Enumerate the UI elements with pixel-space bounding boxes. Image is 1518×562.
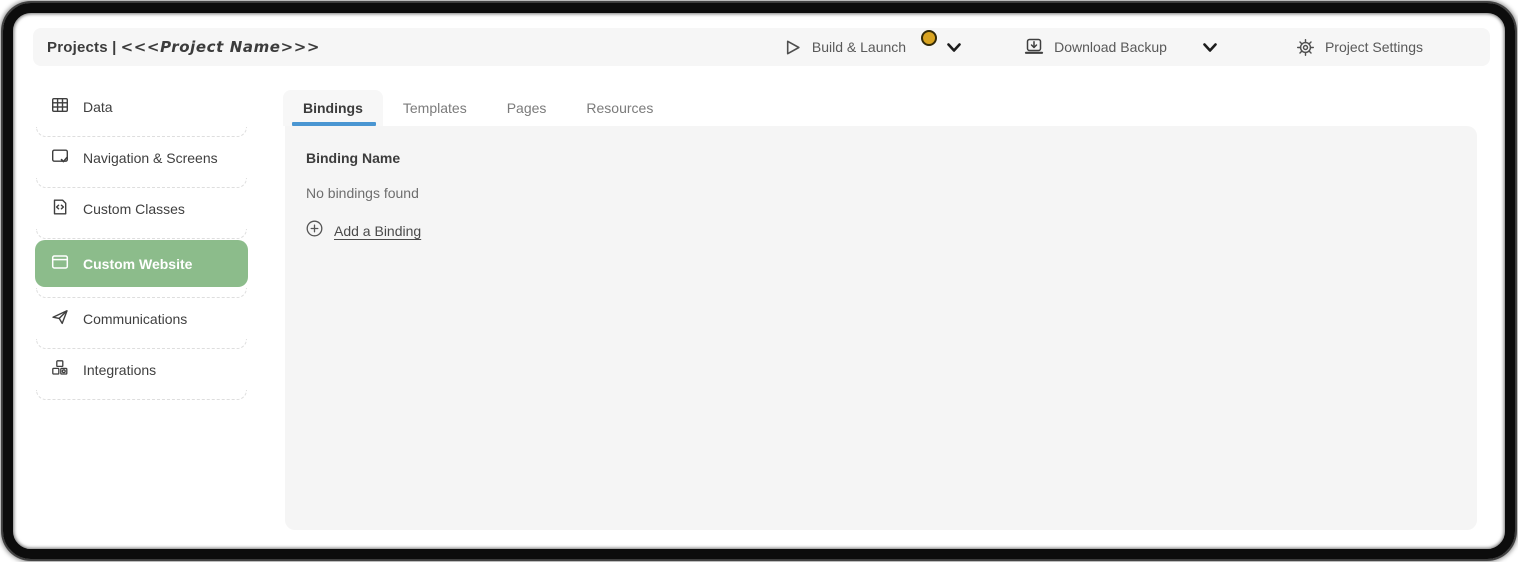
bindings-panel: Binding Name No bindings found Add a Bin…	[285, 126, 1477, 530]
sidebar-item-custom-classes[interactable]: Custom Classes	[35, 188, 248, 229]
sidebar-item-label: Custom Website	[83, 255, 193, 272]
tab-bar: Bindings Templates Pages Resources	[283, 90, 673, 126]
sidebar-item-data[interactable]: Data	[35, 86, 248, 127]
sidebar-item-label: Data	[83, 98, 113, 115]
sidebar-divider	[36, 229, 247, 239]
download-backup-chevron-down-icon[interactable]	[1202, 41, 1218, 54]
build-launch-group: Build & Launch	[784, 30, 962, 56]
table-icon	[51, 96, 69, 117]
tab-resources[interactable]: Resources	[566, 90, 673, 126]
status-badge	[921, 30, 938, 46]
tab-bindings[interactable]: Bindings	[283, 90, 383, 126]
send-icon	[51, 308, 69, 329]
page-title: Projects | <<<Project Name>>>	[47, 38, 320, 56]
project-settings-button[interactable]: Project Settings	[1325, 39, 1423, 55]
blocks-icon	[51, 359, 69, 380]
add-binding-label: Add a Binding	[334, 223, 422, 239]
column-header-binding-name: Binding Name	[306, 150, 401, 166]
sidebar-item-label: Custom Classes	[83, 200, 185, 217]
gear-icon[interactable]	[1296, 38, 1315, 57]
code-file-icon	[51, 198, 69, 219]
sidebar-item-label: Integrations	[83, 361, 157, 378]
plus-circle-icon	[306, 220, 323, 242]
download-backup-group: Download Backup	[1024, 38, 1167, 56]
sidebar-divider	[36, 127, 247, 137]
empty-state-message: No bindings found	[306, 185, 419, 201]
sidebar-divider	[36, 178, 247, 188]
download-icon[interactable]	[1024, 38, 1044, 56]
add-binding-button[interactable]: Add a Binding	[306, 220, 1457, 242]
sidebar-item-communications[interactable]: Communications	[35, 298, 248, 339]
sidebar-item-custom-website[interactable]: Custom Website	[35, 240, 248, 287]
app-window: Projects | <<<Project Name>>> Build & Lau…	[0, 0, 1518, 562]
page-title-prefix: Projects |	[47, 39, 117, 56]
sidebar-item-label: Communications	[83, 310, 188, 327]
sidebar-item-navigation-screens[interactable]: Navigation & Screens	[35, 137, 248, 178]
sidebar-divider	[36, 339, 247, 349]
play-icon[interactable]	[784, 39, 802, 56]
build-launch-chevron-down-icon[interactable]	[946, 41, 962, 54]
sidebar-item-integrations[interactable]: Integrations	[35, 349, 248, 390]
browser-icon	[51, 253, 69, 274]
sidebar-divider	[36, 390, 247, 400]
project-settings-group: Project Settings	[1296, 38, 1423, 57]
sidebar-item-label: Navigation & Screens	[83, 149, 218, 166]
sidebar: Data Navigation & Screens Custom Classes…	[35, 86, 248, 400]
download-backup-button[interactable]: Download Backup	[1054, 39, 1167, 55]
project-name: <<<Project Name>>>	[120, 38, 321, 56]
build-launch-button[interactable]: Build & Launch	[812, 39, 906, 55]
sidebar-divider	[36, 288, 247, 298]
header-actions: Build & Launch Download Backup Project S…	[784, 30, 1476, 57]
tab-templates[interactable]: Templates	[383, 90, 487, 126]
header-bar: Projects | <<<Project Name>>> Build & Lau…	[33, 28, 1490, 66]
screens-icon	[51, 147, 69, 168]
tab-pages[interactable]: Pages	[487, 90, 567, 126]
